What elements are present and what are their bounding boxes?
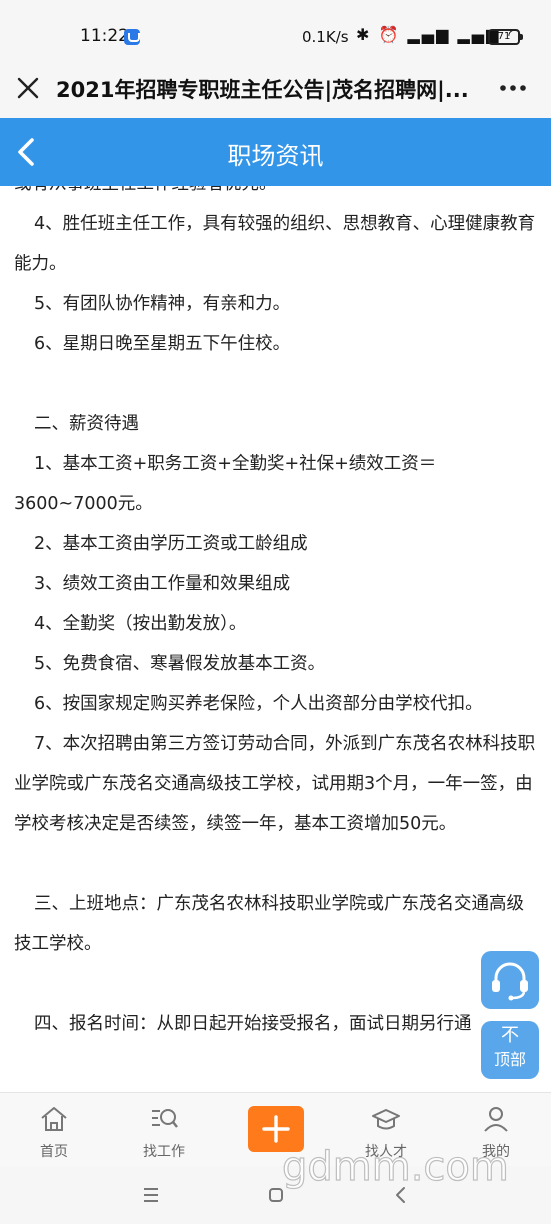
article-paragraph: 5、有团队协作精神，有亲和力。	[34, 294, 291, 314]
nav-item-home[interactable]: 首页	[14, 1093, 94, 1167]
up-arrow-icon: 不	[501, 1025, 519, 1046]
home-square-icon[interactable]	[261, 1180, 291, 1210]
nav-label: 找人才	[365, 1144, 407, 1160]
close-icon[interactable]	[14, 74, 42, 102]
nav-item-find-talent[interactable]: 找人才	[346, 1093, 426, 1167]
article-paragraph: 4、胜任班主任工作，具有较强的组织、思想教育、心理健康教育能力。	[14, 214, 536, 274]
bottom-nav: 首页 找工作 找人才 我的	[0, 1092, 551, 1166]
section-heading: 三、上班地点：广东茂名农林科技职业学院或广东茂名交通高级技工学校。	[14, 894, 524, 954]
nav-label: 首页	[40, 1144, 68, 1160]
customer-service-button[interactable]	[481, 951, 539, 1009]
add-post-button[interactable]	[248, 1106, 304, 1152]
article-paragraph: 5、免费食宿、寒暑假发放基本工资。	[34, 654, 326, 674]
browser-title-bar: 2021年招聘专职班主任公告|茂名招聘网|...	[0, 62, 551, 118]
article-paragraph: 7、本次招聘由第三方签订劳动合同，外派到广东茂名农林科技职业学院或广东茂名交通高…	[14, 734, 536, 834]
section-heading: 四、报名时间：从即日起开始接受报名，面试日期另行通	[34, 1014, 472, 1034]
back-to-top-label: 顶部	[493, 1050, 526, 1069]
nav-label: 我的	[482, 1144, 510, 1160]
status-time: 11:22	[80, 26, 129, 46]
back-to-top-button[interactable]: 不 顶部	[481, 1021, 539, 1079]
graduation-cap-icon	[372, 1109, 400, 1130]
more-options-icon[interactable]	[496, 74, 530, 102]
add-icon	[262, 1115, 290, 1143]
article-content: 或有从事班主任工作经验者优先。 4、胜任班主任工作，具有较强的组织、思想教育、心…	[0, 186, 551, 1092]
article-paragraph: 或有从事班主任工作经验者优先。	[0, 186, 551, 204]
app-header: 职场资讯	[0, 118, 551, 186]
nav-item-find-job[interactable]: 找工作	[124, 1093, 204, 1167]
article-paragraph: 3、绩效工资由工作量和效果组成	[34, 574, 291, 594]
article-paragraph: 2、基本工资由学历工资或工龄组成	[34, 534, 308, 554]
article-paragraph: 1、基本工资+职务工资+全勤奖+社保+绩效工资＝3600~7000元。	[14, 454, 437, 514]
header-title: 职场资讯	[227, 142, 324, 170]
article-paragraph: 6、星期日晚至星期五下午住校。	[34, 334, 291, 354]
section-heading: 二、薪资待遇	[34, 414, 139, 434]
article-paragraph: 4、全勤奖（按出勤发放）。	[34, 614, 247, 634]
system-back-icon[interactable]	[386, 1180, 416, 1210]
notification-app-icon	[124, 29, 140, 45]
article-paragraph: 6、按国家规定购买养老保险，个人出资部分由学校代扣。	[34, 694, 483, 714]
job-search-icon	[152, 1109, 178, 1128]
nav-item-mine[interactable]: 我的	[456, 1093, 536, 1167]
home-icon	[41, 1107, 67, 1131]
battery-icon: 71	[488, 29, 523, 45]
network-speed: 0.1K/s	[302, 28, 349, 46]
system-nav-bar	[0, 1166, 551, 1224]
headset-icon	[492, 962, 528, 1001]
menu-icon[interactable]	[136, 1180, 166, 1210]
user-icon	[484, 1107, 508, 1132]
nav-label: 找工作	[143, 1144, 185, 1160]
page-title: 2021年招聘专职班主任公告|茂名招聘网|...	[56, 78, 469, 102]
